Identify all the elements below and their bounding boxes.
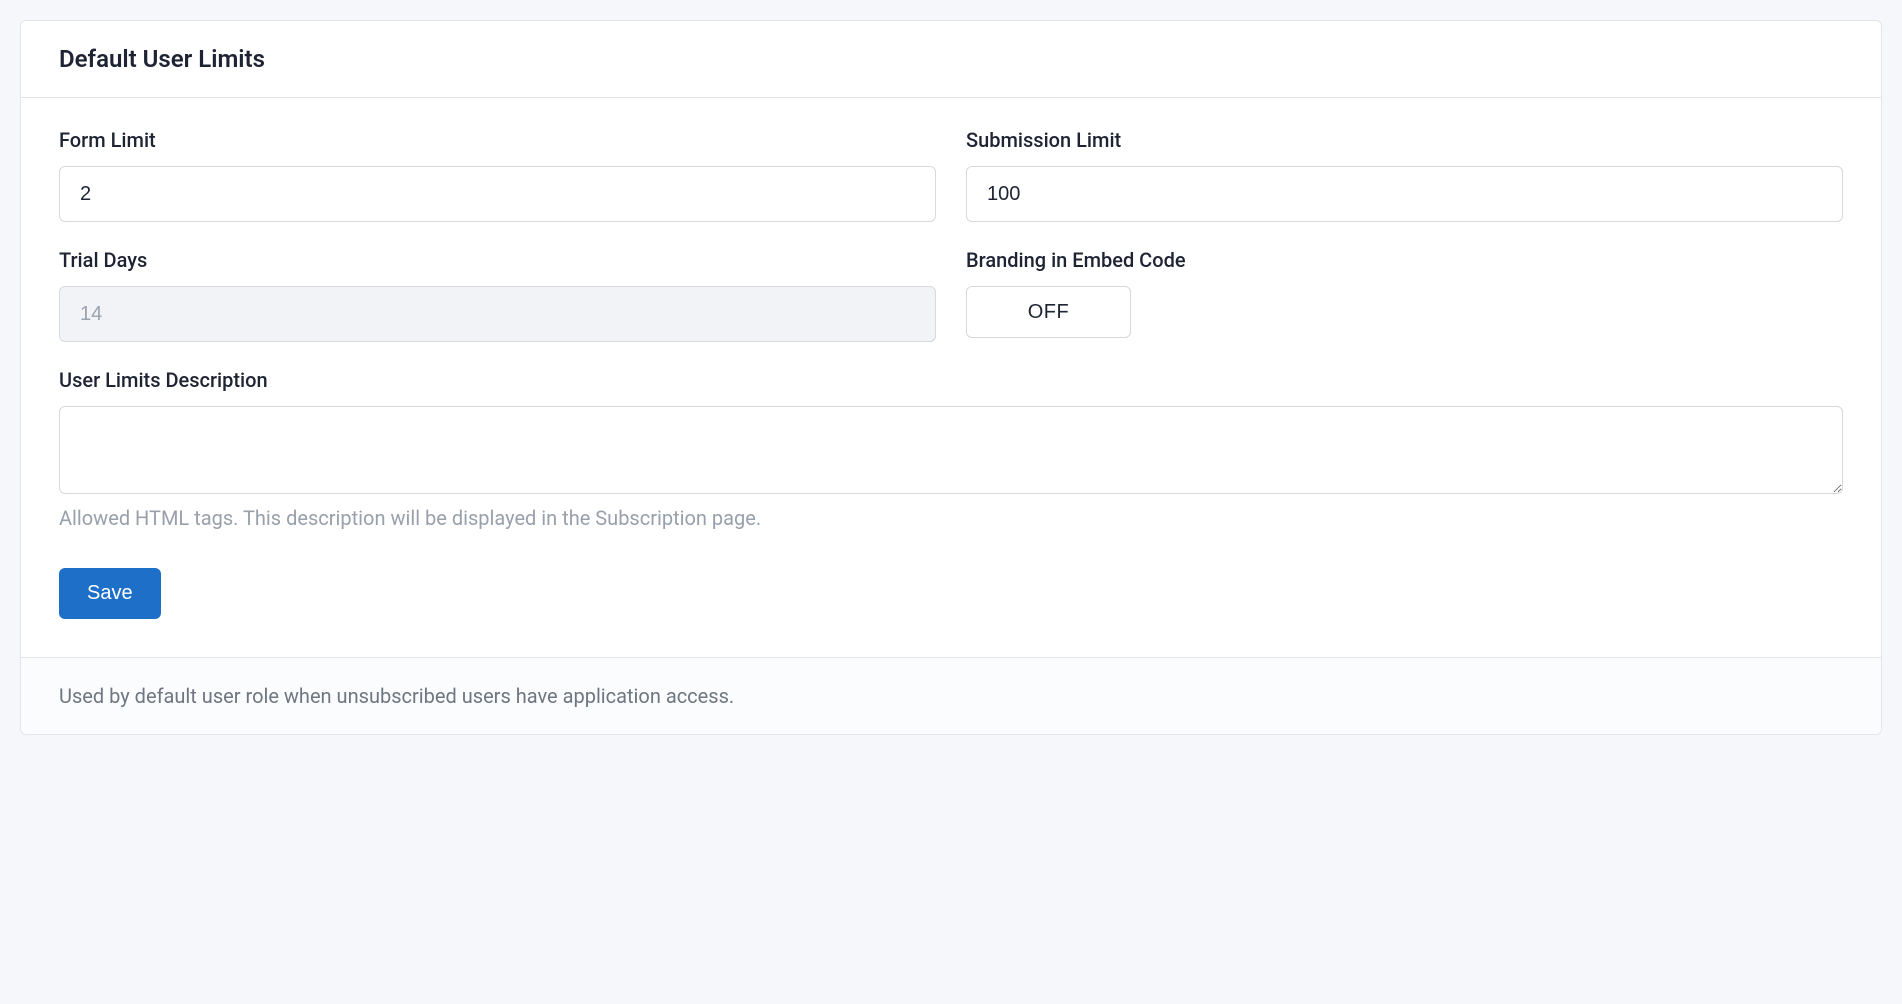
description-textarea[interactable] xyxy=(59,406,1843,494)
form-group-description: User Limits Description Allowed HTML tag… xyxy=(59,368,1843,530)
form-limit-input[interactable] xyxy=(59,166,936,222)
save-button[interactable]: Save xyxy=(59,568,161,619)
form-group-form-limit: Form Limit xyxy=(59,128,936,222)
form-row-2: Trial Days Branding in Embed Code OFF xyxy=(59,248,1843,342)
form-group-submission-limit: Submission Limit xyxy=(966,128,1843,222)
card-body: Form Limit Submission Limit Trial Days B… xyxy=(21,98,1881,657)
submission-limit-input[interactable] xyxy=(966,166,1843,222)
form-group-trial-days: Trial Days xyxy=(59,248,936,342)
card-footer: Used by default user role when unsubscri… xyxy=(21,657,1881,734)
footer-text: Used by default user role when unsubscri… xyxy=(59,684,1843,708)
trial-days-label: Trial Days xyxy=(59,248,936,272)
card-header: Default User Limits xyxy=(21,21,1881,98)
trial-days-input xyxy=(59,286,936,342)
form-row-1: Form Limit Submission Limit xyxy=(59,128,1843,222)
branding-label: Branding in Embed Code xyxy=(966,248,1843,272)
form-limit-label: Form Limit xyxy=(59,128,936,152)
branding-toggle[interactable]: OFF xyxy=(966,286,1131,338)
card-title: Default User Limits xyxy=(59,45,1843,73)
form-group-branding: Branding in Embed Code OFF xyxy=(966,248,1843,342)
submission-limit-label: Submission Limit xyxy=(966,128,1843,152)
description-label: User Limits Description xyxy=(59,368,1843,392)
description-help-text: Allowed HTML tags. This description will… xyxy=(59,506,1843,530)
default-user-limits-card: Default User Limits Form Limit Submissio… xyxy=(20,20,1882,735)
